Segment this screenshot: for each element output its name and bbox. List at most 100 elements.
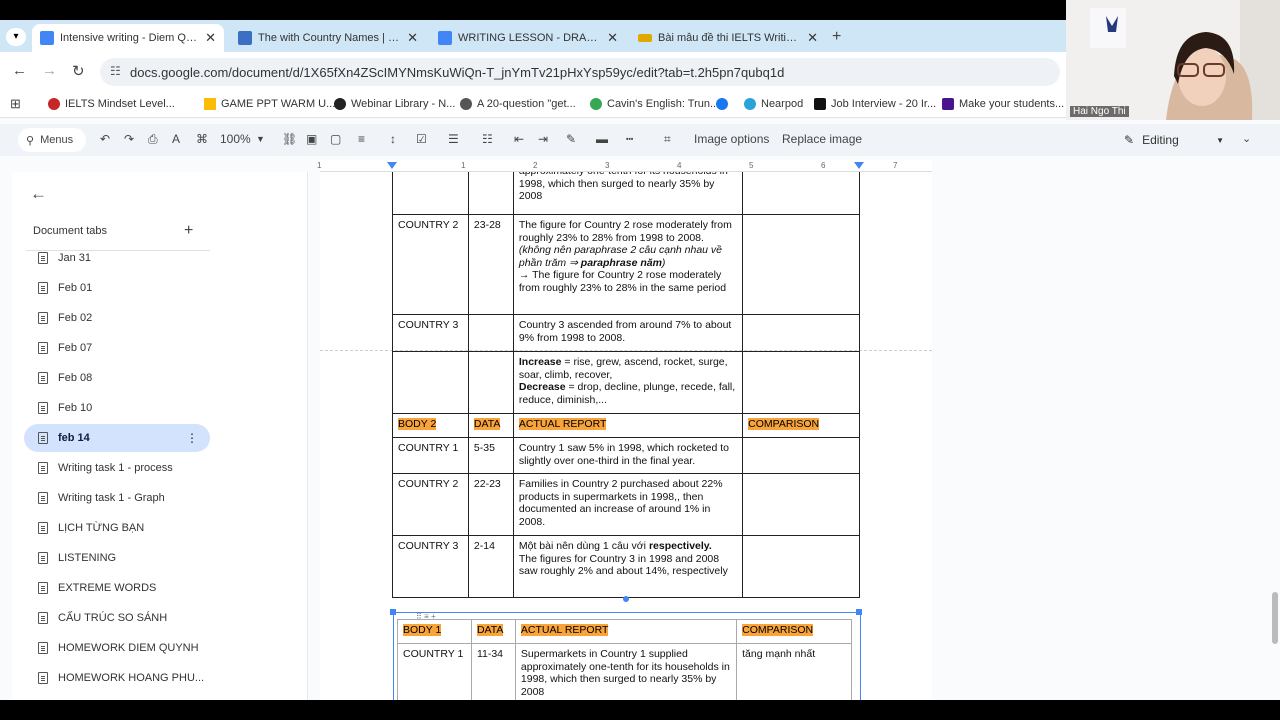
table-cell[interactable] (742, 314, 860, 352)
paint-format-icon[interactable]: ⌘ (196, 132, 208, 146)
site-info-icon[interactable]: ☷ (110, 64, 121, 78)
browser-tab[interactable]: Bài mẫu đề thi IELTS Writing Ta ✕ (630, 24, 826, 52)
table-cell[interactable]: COUNTRY 3 (392, 314, 469, 352)
right-indent-marker[interactable] (854, 162, 864, 169)
resize-handle[interactable] (390, 609, 396, 615)
forward-arrow-icon[interactable]: → (42, 62, 57, 79)
bookmark-item[interactable]: IELTS Mindset Level... (48, 98, 175, 110)
collapse-chevron-icon[interactable]: ⌄ (1242, 132, 1251, 145)
increase-indent-icon[interactable]: ⇥ (538, 132, 548, 146)
table-cell[interactable] (742, 437, 860, 474)
table-cell[interactable]: BODY 2 (392, 413, 469, 438)
sidebar-tab-item[interactable]: CẤU TRÚC SO SÁNH (24, 604, 210, 632)
bookmark-item[interactable]: A 20-question "get... (460, 98, 576, 110)
link-icon[interactable]: ⛓ (282, 132, 297, 146)
new-tab-button[interactable]: + (832, 28, 841, 46)
sidebar-tab-item[interactable]: Feb 01 (24, 274, 210, 302)
border-color-icon[interactable]: ✎ (566, 132, 576, 146)
table-cell[interactable]: COUNTRY 1 (392, 437, 469, 474)
table-cell[interactable]: approximately one-tenth for its househol… (512, 172, 744, 215)
chevron-down-icon[interactable]: ▼ (256, 134, 265, 144)
browser-tab[interactable]: Intensive writing - Diem Quynh ✕ (32, 24, 224, 52)
back-arrow-icon[interactable]: ← (12, 62, 27, 79)
decrease-indent-icon[interactable]: ⇤ (514, 132, 524, 146)
rotate-handle[interactable] (623, 596, 629, 602)
sidebar-tab-item[interactable]: HOMEWORK HOANG PHU... (24, 664, 210, 692)
replace-image-button[interactable]: Replace image (782, 132, 862, 146)
left-indent-marker[interactable] (387, 162, 397, 169)
table-cell[interactable] (742, 351, 860, 414)
resize-handle[interactable] (856, 609, 862, 615)
table-cell[interactable]: COUNTRY 2 (392, 473, 469, 536)
border-dash-icon[interactable]: ┅ (626, 132, 633, 146)
spellcheck-icon[interactable]: A (172, 132, 180, 146)
vertical-scrollbar[interactable] (1272, 592, 1278, 644)
sidebar-tab-item[interactable]: feb 14 ⋮ (24, 424, 210, 452)
table-cell[interactable] (392, 351, 469, 414)
browser-tab[interactable]: The with Country Names | Gram ✕ (230, 24, 426, 52)
numbered-list-icon[interactable]: ☷ (482, 132, 493, 146)
line-spacing-icon[interactable]: ↕ (390, 132, 396, 146)
back-arrow-icon[interactable]: ← (30, 184, 47, 204)
image-options-button[interactable]: Image options (694, 132, 769, 146)
close-icon[interactable]: ✕ (205, 30, 216, 46)
add-tab-button[interactable]: + (184, 222, 193, 240)
sidebar-tab-item[interactable]: Feb 02 (24, 304, 210, 332)
table-cell[interactable] (742, 172, 860, 215)
redo-icon[interactable]: ↷ (124, 132, 134, 146)
table-cell[interactable] (742, 473, 860, 536)
table-cell[interactable] (467, 351, 514, 414)
crop-icon[interactable]: ⌗ (664, 132, 671, 147)
bookmark-item[interactable]: Cavin's English: Trun... (590, 98, 719, 110)
bookmark-item[interactable] (716, 98, 733, 110)
table-cell[interactable]: 23-28 (467, 214, 514, 315)
table-cell[interactable]: 5-35 (467, 437, 514, 474)
table-cell[interactable]: Country 3 ascended from around 7% to abo… (512, 314, 744, 352)
bookmark-item[interactable]: Nearpod (744, 98, 803, 110)
sidebar-tab-item[interactable]: Feb 08 (24, 364, 210, 392)
bookmark-item[interactable]: Job Interview - 20 Ir... (814, 98, 936, 110)
table-cell[interactable]: Country 1 saw 5% in 1998, which rocketed… (512, 437, 744, 474)
table-cell[interactable]: 2-14 (467, 535, 514, 598)
table-cell[interactable] (392, 172, 469, 215)
sidebar-tab-item[interactable]: HOMEWORK DIEM QUYNH (24, 634, 210, 662)
table-cell[interactable]: Families in Country 2 purchased about 22… (512, 473, 744, 536)
sidebar-tab-item[interactable]: EXTREME WORDS (24, 574, 210, 602)
reload-icon[interactable]: ↻ (72, 62, 85, 80)
sidebar-tab-item[interactable]: LỊCH TỪNG BẠN (24, 514, 210, 542)
comment-icon[interactable]: ▣ (306, 132, 317, 146)
tab-search-button[interactable]: ▾ (6, 28, 26, 46)
zoom-select[interactable]: 100% (220, 132, 251, 146)
table-cell[interactable]: ACTUAL REPORT (512, 413, 744, 438)
border-weight-icon[interactable]: ▬ (596, 132, 608, 146)
sidebar-tab-item[interactable]: Writing task 1 - Graph (24, 484, 210, 512)
table-cell[interactable]: Một bài nên dùng 1 câu với respectively.… (512, 535, 744, 598)
table-cell[interactable]: COUNTRY 3 (392, 535, 469, 598)
more-options-icon[interactable]: ⋮ (186, 431, 198, 445)
sidebar-tab-item[interactable]: Writing task 1 - process (24, 454, 210, 482)
table-cell[interactable]: COMPARISON (742, 413, 860, 438)
browser-tab[interactable]: WRITING LESSON - DRAFT - Go ✕ (430, 24, 626, 52)
table-cell[interactable]: DATA (467, 413, 514, 438)
table-cell[interactable]: Increase = rise, grew, ascend, rocket, s… (512, 351, 744, 414)
table-cell[interactable] (467, 172, 514, 215)
sidebar-tab-item[interactable]: Feb 10 (24, 394, 210, 422)
checklist-icon[interactable]: ☑ (416, 132, 427, 146)
undo-icon[interactable]: ↶ (100, 132, 110, 146)
print-icon[interactable]: ⎙ (148, 132, 158, 147)
bookmark-item[interactable]: Make your students... (942, 98, 1064, 110)
table-cell[interactable]: COUNTRY 2 (392, 214, 469, 315)
table-cell[interactable] (742, 214, 860, 315)
selected-image[interactable]: ⠿ ≡ + BODY 1 DATA ACTUAL REPORT COMPARIS… (390, 596, 862, 700)
sidebar-tab-item[interactable]: Feb 07 (24, 334, 210, 362)
sidebar-tab-item[interactable]: Jan 31 (24, 244, 210, 272)
url-field[interactable]: ☷ docs.google.com/document/d/1X65fXn4ZSc… (100, 58, 1060, 86)
image-icon[interactable]: ▢ (330, 132, 341, 146)
menus-search[interactable]: ⚲ Menus (18, 128, 86, 152)
bookmark-item[interactable]: Webinar Library - N... (334, 98, 455, 110)
editing-mode-dropdown[interactable]: ✎ Editing ▼ (1120, 128, 1224, 152)
bullet-list-icon[interactable]: ☰ (448, 132, 459, 146)
table-cell[interactable] (742, 535, 860, 598)
sidebar-tab-item[interactable]: LISTENING (24, 544, 210, 572)
apps-grid-icon[interactable]: ⊞ (10, 96, 21, 112)
